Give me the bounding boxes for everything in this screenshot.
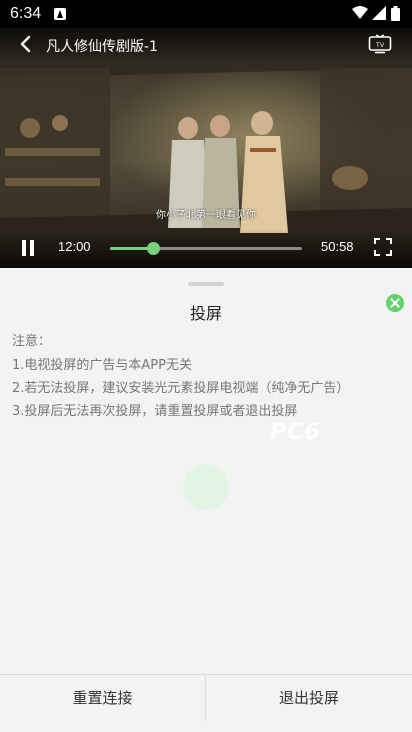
exit-cast-button[interactable]: 退出投屏 xyxy=(206,675,412,721)
notice-item-2: 2.若无法投屏，建议安装光元素投屏电视端（纯净无广告） xyxy=(12,381,350,396)
total-time: 50:58 xyxy=(321,239,354,254)
current-time: 12:00 xyxy=(58,239,91,254)
signal-icon xyxy=(372,6,386,20)
status-bar: 6:34 xyxy=(0,0,412,28)
wifi-icon xyxy=(352,6,368,19)
loading-spinner xyxy=(183,464,229,510)
progress-bar[interactable] xyxy=(110,242,302,255)
reset-connection-button[interactable]: 重置连接 xyxy=(0,675,205,721)
sheet-action-bar: 重置连接 退出投屏 xyxy=(0,674,412,721)
cast-sheet: 投屏 注意： 1.电视投屏的广告与本APP无关 2.若无法投屏，建议安装光元素投… xyxy=(0,268,412,732)
notice-heading: 注意： xyxy=(12,334,52,349)
fullscreen-icon[interactable] xyxy=(373,237,393,257)
notice-item-1: 1.电视投屏的广告与本APP无关 xyxy=(12,358,192,373)
progress-thumb[interactable] xyxy=(147,242,160,255)
tv-cast-icon[interactable]: TV xyxy=(368,34,392,54)
svg-text:TV: TV xyxy=(376,42,385,49)
video-subtitle: 你小子北第一眼看见你 xyxy=(156,210,256,221)
sheet-drag-handle[interactable] xyxy=(188,282,224,286)
watermark-logo: PC6 xyxy=(270,420,321,445)
status-time: 6:34 xyxy=(10,5,42,22)
battery-icon xyxy=(391,6,400,21)
close-icon[interactable] xyxy=(386,294,404,312)
notification-icon xyxy=(54,8,66,20)
video-title: 凡人修仙传剧版-1 xyxy=(46,39,158,55)
pause-icon[interactable] xyxy=(20,240,36,256)
video-player[interactable]: 凡人修仙传剧版-1 TV 你小子北第一眼看见你 12:00 50:58 xyxy=(0,28,412,268)
sheet-title: 投屏 xyxy=(189,304,222,323)
back-arrow-icon[interactable] xyxy=(16,34,36,54)
player-top-bar: 凡人修仙传剧版-1 TV xyxy=(0,28,412,62)
notice-item-3: 3.投屏后无法再次投屏，请重置投屏或者退出投屏 xyxy=(12,404,298,419)
player-controls: 12:00 50:58 xyxy=(0,230,412,268)
